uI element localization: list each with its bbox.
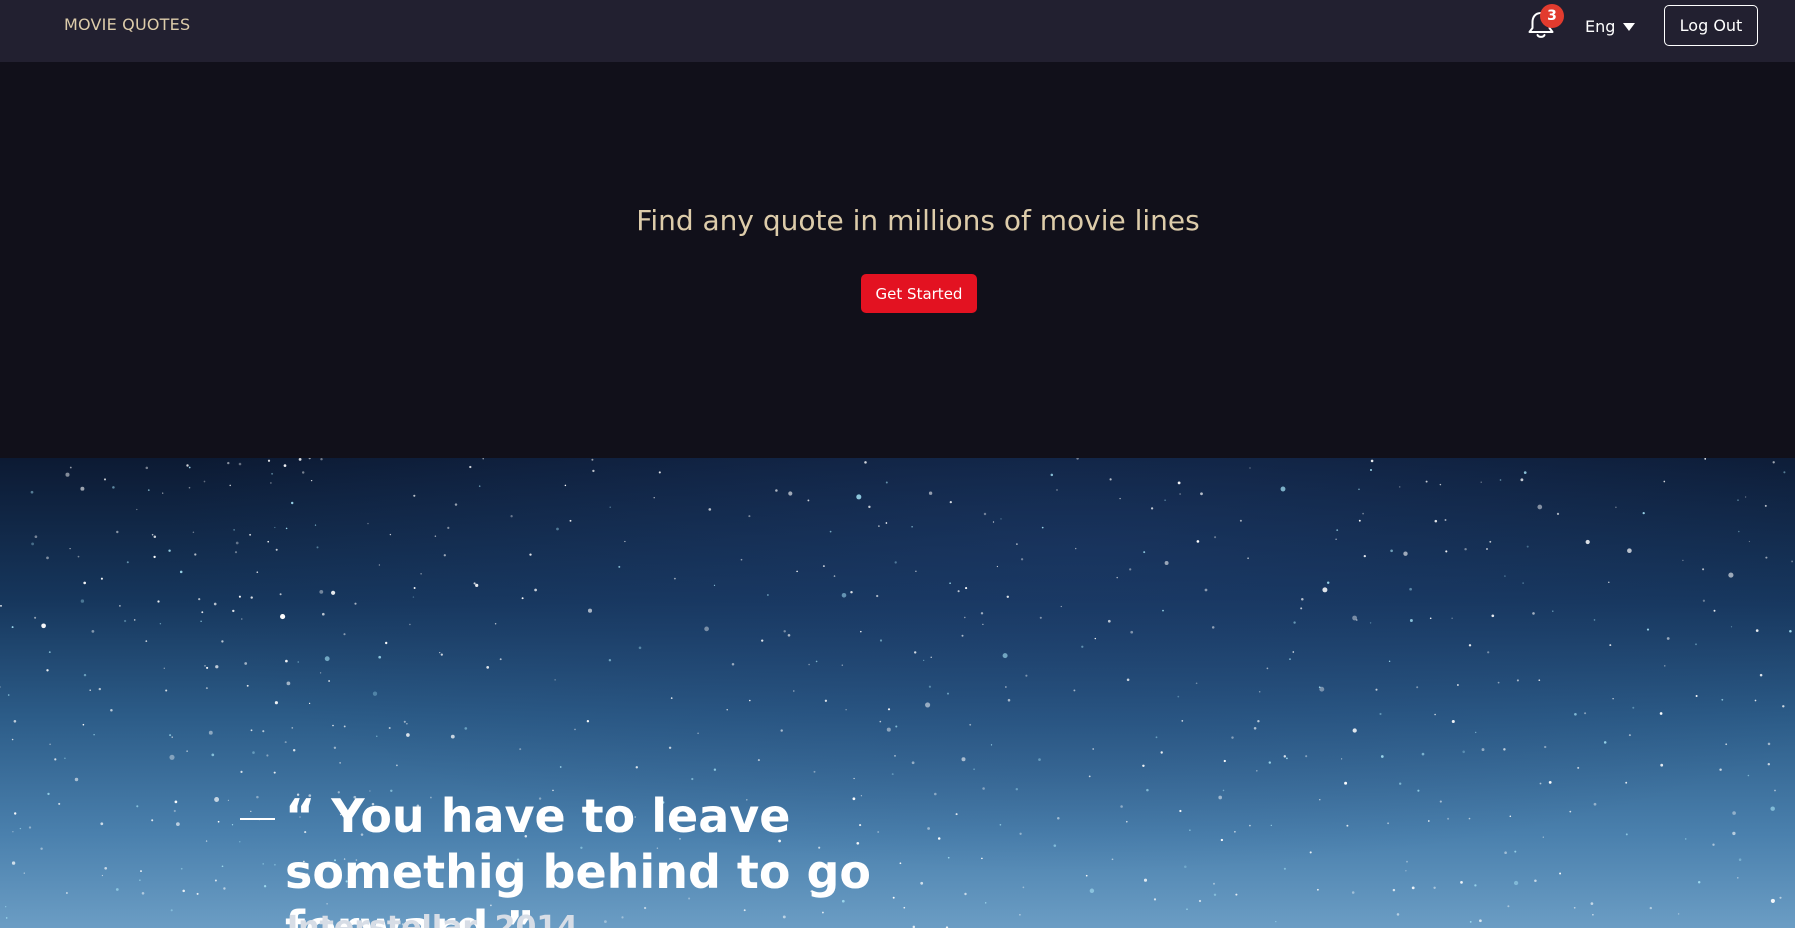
featured-quote-text[interactable]: “ You have to leave somethig behind to g… [285, 788, 1045, 928]
hero-title: Find any quote in millions of movie line… [636, 204, 1200, 237]
notifications-button[interactable]: 3 [1524, 4, 1564, 42]
caret-down-icon [1623, 23, 1636, 31]
logout-button[interactable]: Log Out [1664, 5, 1758, 46]
language-selected: Eng [1585, 16, 1616, 36]
notification-count-badge: 3 [1540, 4, 1564, 28]
navbar: MOVIE QUOTES 3 Eng Log Out [0, 0, 1795, 62]
get-started-button[interactable]: Get Started [861, 274, 977, 313]
hero-section: Find any quote in millions of movie line… [0, 62, 1795, 458]
language-dropdown[interactable]: Eng [1585, 16, 1636, 36]
quote-divider-line [240, 818, 275, 820]
featured-quote-source[interactable]: Interstellar, 2014 [287, 910, 578, 928]
featured-quote-section: “ You have to leave somethig behind to g… [0, 458, 1795, 928]
brand-logo-link[interactable]: MOVIE QUOTES [64, 15, 190, 34]
